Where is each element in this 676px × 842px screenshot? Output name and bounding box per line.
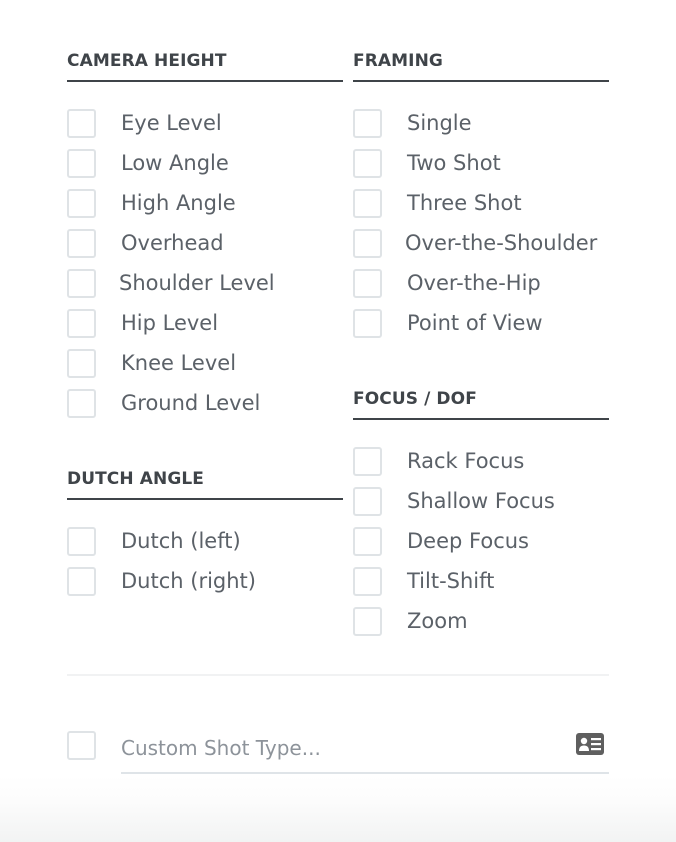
checkbox[interactable] xyxy=(67,189,96,218)
item-label[interactable]: High Angle xyxy=(121,188,236,218)
divider xyxy=(67,674,609,676)
section-header: DUTCH ANGLE xyxy=(67,458,343,500)
item-label[interactable]: Overhead xyxy=(121,228,224,258)
item-label[interactable]: Dutch (left) xyxy=(121,526,241,556)
checkbox[interactable] xyxy=(67,349,96,378)
checkbox[interactable] xyxy=(67,389,96,418)
list-item[interactable]: Shallow Focus xyxy=(353,486,609,526)
section-header: FOCUS / DOF xyxy=(353,378,609,420)
list-item[interactable]: Tilt-Shift xyxy=(353,566,609,606)
item-label[interactable]: Shoulder Level xyxy=(119,268,275,298)
custom-shot-type-row xyxy=(67,731,609,775)
list-item[interactable]: Two Shot xyxy=(353,148,609,188)
item-label[interactable]: Rack Focus xyxy=(407,446,524,476)
list-item[interactable]: Ground Level xyxy=(67,388,343,428)
section-camera-height: CAMERA HEIGHT Eye Level Low Angle High A… xyxy=(67,40,343,428)
section-header: CAMERA HEIGHT xyxy=(67,40,343,82)
checkbox[interactable] xyxy=(353,269,382,298)
list-item[interactable]: Low Angle xyxy=(67,148,343,188)
item-label[interactable]: Low Angle xyxy=(121,148,229,178)
item-label[interactable]: Deep Focus xyxy=(407,526,529,556)
custom-input-wrapper xyxy=(121,731,609,774)
section-title: FRAMING xyxy=(353,51,443,71)
id-card-icon[interactable] xyxy=(576,733,604,757)
list-item[interactable]: Hip Level xyxy=(67,308,343,348)
item-label[interactable]: Two Shot xyxy=(407,148,501,178)
list-item[interactable]: High Angle xyxy=(67,188,343,228)
item-label[interactable]: Shallow Focus xyxy=(407,486,555,516)
item-label[interactable]: Three Shot xyxy=(407,188,522,218)
list-item[interactable]: Over-the-Hip xyxy=(353,268,609,308)
checkbox[interactable] xyxy=(353,567,382,596)
section-framing: FRAMING Single Two Shot Three Shot Over-… xyxy=(353,40,609,348)
checkbox[interactable] xyxy=(353,229,382,258)
item-label[interactable]: Over-the-Hip xyxy=(407,268,541,298)
checkbox[interactable] xyxy=(353,447,382,476)
list-item[interactable]: Dutch (right) xyxy=(67,566,343,606)
list-item[interactable]: Deep Focus xyxy=(353,526,609,566)
list-item[interactable]: Over-the-Shoulder xyxy=(353,228,609,268)
checkbox-list: Dutch (left) Dutch (right) xyxy=(67,526,343,606)
section-dutch-angle: DUTCH ANGLE Dutch (left) Dutch (right) xyxy=(67,458,343,606)
bottom-fade xyxy=(0,775,676,842)
item-label[interactable]: Tilt-Shift xyxy=(407,566,494,596)
checkbox-list: Eye Level Low Angle High Angle Overhead … xyxy=(67,108,343,428)
list-item[interactable]: Eye Level xyxy=(67,108,343,148)
item-label[interactable]: Single xyxy=(407,108,472,138)
list-item[interactable]: Shoulder Level xyxy=(67,268,343,308)
custom-checkbox[interactable] xyxy=(67,731,96,760)
checkbox[interactable] xyxy=(353,527,382,556)
checkbox-list: Rack Focus Shallow Focus Deep Focus Tilt… xyxy=(353,446,609,646)
checkbox[interactable] xyxy=(353,309,382,338)
section-title: FOCUS / DOF xyxy=(353,389,477,409)
item-label[interactable]: Point of View xyxy=(407,308,543,338)
item-label[interactable]: Zoom xyxy=(407,606,468,636)
checkbox[interactable] xyxy=(67,269,96,298)
checkbox[interactable] xyxy=(353,607,382,636)
checkbox[interactable] xyxy=(67,527,96,556)
list-item[interactable]: Point of View xyxy=(353,308,609,348)
checkbox[interactable] xyxy=(67,567,96,596)
checkbox[interactable] xyxy=(353,487,382,516)
list-item[interactable]: Dutch (left) xyxy=(67,526,343,566)
checkbox[interactable] xyxy=(353,189,382,218)
item-label[interactable]: Knee Level xyxy=(121,348,236,378)
checkbox-list: Single Two Shot Three Shot Over-the-Shou… xyxy=(353,108,609,348)
checkbox[interactable] xyxy=(67,229,96,258)
checkbox[interactable] xyxy=(353,109,382,138)
list-item[interactable]: Single xyxy=(353,108,609,148)
list-item[interactable]: Three Shot xyxy=(353,188,609,228)
list-item[interactable]: Zoom xyxy=(353,606,609,646)
section-focus-dof: FOCUS / DOF Rack Focus Shallow Focus Dee… xyxy=(353,378,609,646)
checkbox[interactable] xyxy=(353,149,382,178)
checkbox[interactable] xyxy=(67,149,96,178)
item-label[interactable]: Over-the-Shoulder xyxy=(405,228,597,258)
item-label[interactable]: Ground Level xyxy=(121,388,260,418)
custom-shot-type-input[interactable] xyxy=(121,731,561,765)
checkbox[interactable] xyxy=(67,309,96,338)
section-title: CAMERA HEIGHT xyxy=(67,51,227,71)
checkbox[interactable] xyxy=(67,109,96,138)
list-item[interactable]: Overhead xyxy=(67,228,343,268)
list-item[interactable]: Rack Focus xyxy=(353,446,609,486)
item-label[interactable]: Eye Level xyxy=(121,108,222,138)
item-label[interactable]: Dutch (right) xyxy=(121,566,256,596)
list-item[interactable]: Knee Level xyxy=(67,348,343,388)
section-title: DUTCH ANGLE xyxy=(67,469,205,489)
item-label[interactable]: Hip Level xyxy=(121,308,218,338)
section-header: FRAMING xyxy=(353,40,609,82)
